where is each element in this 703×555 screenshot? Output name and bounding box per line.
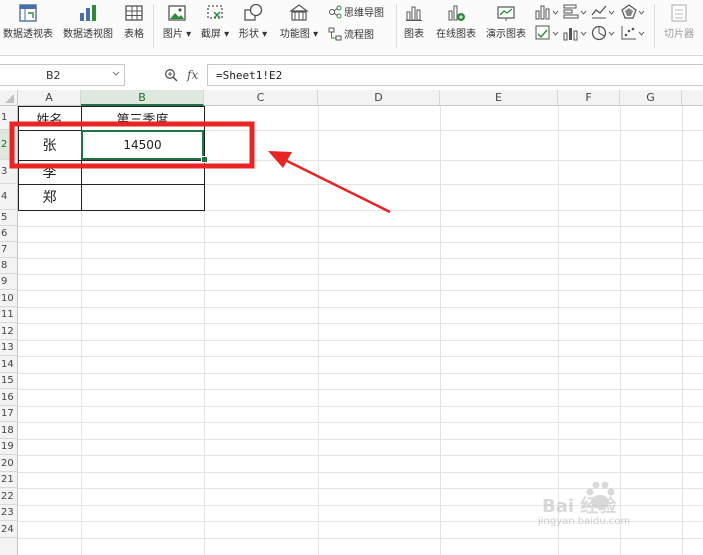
sheet-gridlines xyxy=(18,106,703,555)
baidu-watermark: Bai 经验 jingyan.baidu.com xyxy=(538,476,668,536)
cell-b2[interactable]: 14500 xyxy=(81,130,204,160)
cell-a2[interactable]: 张 xyxy=(18,130,81,160)
watermark-brand: Bai 经验 xyxy=(542,496,617,517)
cell-a3[interactable]: 李 xyxy=(18,160,81,184)
cell-b1[interactable]: 第三季度 xyxy=(81,106,204,130)
watermark-url: jingyan.baidu.com xyxy=(538,516,631,527)
cell-a4[interactable]: 郑 xyxy=(18,184,81,210)
fill-handle[interactable] xyxy=(201,156,208,163)
cell-a1[interactable]: 姓名 xyxy=(18,106,81,130)
